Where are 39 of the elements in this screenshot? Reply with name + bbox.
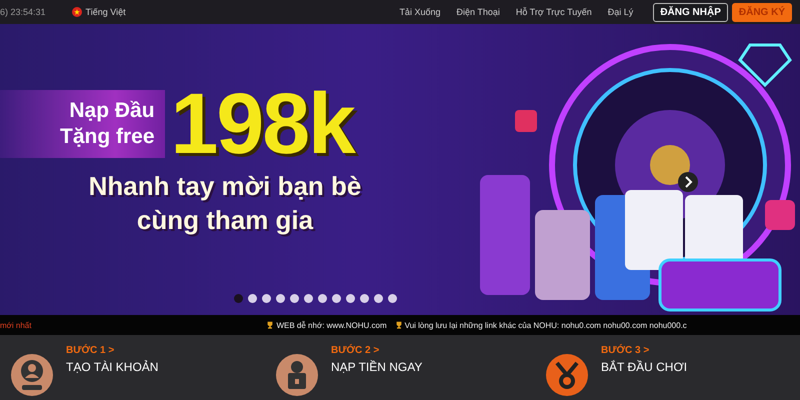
carousel-dot[interactable] [346, 294, 355, 303]
nav-link[interactable]: Điện Thoại [456, 7, 500, 17]
step-title: TẠO TÀI KHOẢN [66, 360, 158, 374]
carousel-dot[interactable] [360, 294, 369, 303]
carousel-dot[interactable] [234, 294, 243, 303]
promo-subtitle: cùng tham gia [136, 204, 314, 237]
nav-link[interactable]: Đại Lý [608, 7, 634, 17]
carousel-dot[interactable] [262, 294, 271, 303]
step-label: BƯỚC 1 > [66, 345, 116, 356]
carousel-dot[interactable] [318, 294, 327, 303]
carousel-dot[interactable] [332, 294, 341, 303]
ribbon-text: Tặng free [60, 124, 155, 150]
step-label: BƯỚC 2 > [331, 345, 380, 356]
medal-icon [545, 353, 589, 397]
user-icon [10, 353, 54, 397]
nav-link[interactable]: Tải Xuống [399, 7, 440, 17]
carousel-dot[interactable] [290, 294, 299, 303]
lock-icon [275, 353, 319, 397]
carousel-dot[interactable] [374, 294, 383, 303]
ticker-text: WEB dễ nhớ: www.NOHU.com [276, 320, 387, 330]
carousel-dot[interactable] [276, 294, 285, 303]
carousel-dot[interactable] [388, 294, 397, 303]
step-label: BƯỚC 3 > [601, 345, 650, 356]
clock-text: 6) 23:54:31 [0, 7, 46, 17]
step-title: BẮT ĐẦU CHƠI [601, 360, 688, 374]
promo-subtitle: Nhanh tay mời bạn bè [88, 170, 362, 203]
step-title: NẠP TIỀN NGAY [331, 360, 422, 374]
nav-link[interactable]: Hỗ Trợ Trực Tuyến [516, 7, 592, 17]
ribbon-text: Nạp Đầu [69, 98, 155, 124]
carousel-dot[interactable] [248, 294, 257, 303]
bonus-amount: 198k [170, 79, 354, 169]
ticker-text: Vui lòng lưu lại những link khác của NOHU: nohu0.com nohu00.com nohu000.c [404, 320, 687, 330]
trophy-icon [394, 321, 403, 329]
trophy-icon [266, 321, 274, 329]
ticker-label: mới nhất [0, 320, 32, 330]
flag-icon [72, 7, 82, 17]
language-link[interactable]: Tiếng Việt [86, 7, 126, 17]
login-button[interactable]: ĐĂNG NHẬP [653, 2, 728, 22]
carousel-dot[interactable] [304, 294, 313, 303]
